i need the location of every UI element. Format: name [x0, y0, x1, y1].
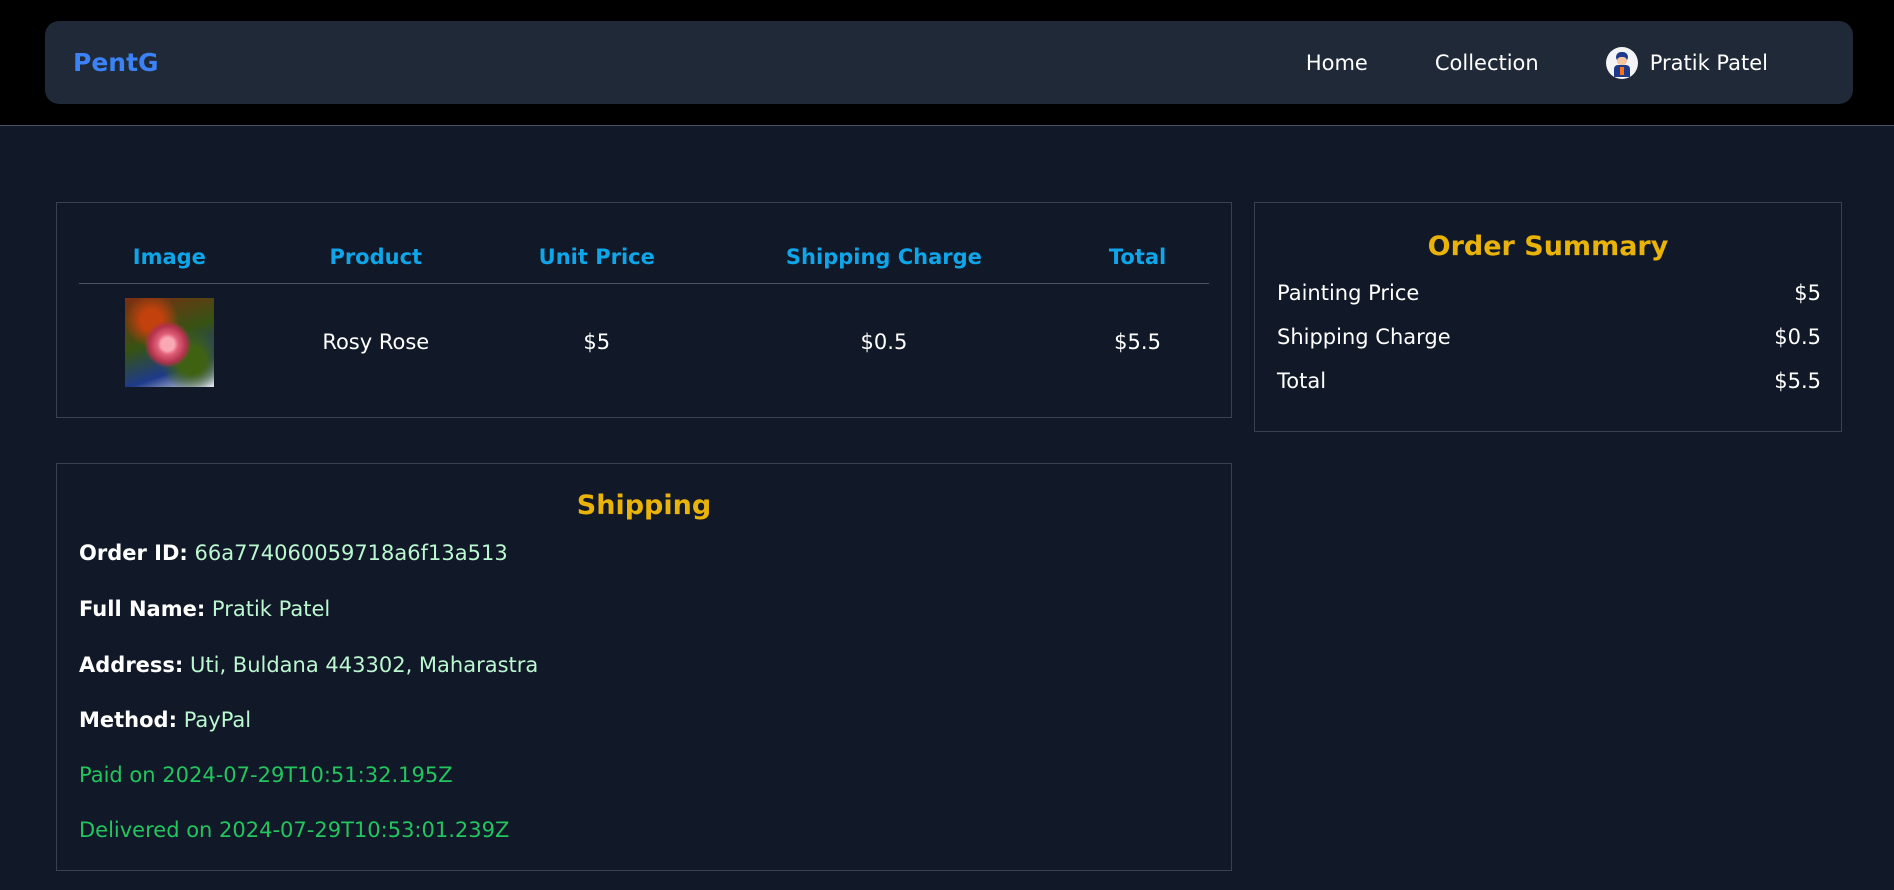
address-value: Uti, Buldana 443302, Maharastra	[190, 653, 539, 677]
order-id-value: 66a774060059718a6f13a513	[194, 541, 508, 565]
product-name[interactable]: Rosy Rose	[260, 284, 492, 401]
cart-items-panel: Image Product Unit Price Shipping Charge…	[56, 202, 1232, 418]
unit-price: $5	[583, 330, 611, 354]
top-bar: PentG Home Collection Pratik Patel	[0, 0, 1894, 126]
user-name: Pratik Patel	[1649, 50, 1768, 75]
nav-links: Home Collection Pratik Patel	[1239, 46, 1825, 79]
column-header-shipping-charge: Shipping Charge	[701, 231, 1067, 284]
rose-painting-thumbnail[interactable]	[124, 297, 214, 387]
nav-home-link[interactable]: Home	[1306, 51, 1368, 75]
address-line: Address: Uti, Buldana 443302, Maharastra	[79, 653, 538, 677]
column-header-product: Product	[259, 231, 492, 284]
summary-row-painting-price: Painting Price $5	[1277, 281, 1821, 305]
full-name-label: Full Name:	[79, 597, 206, 621]
cart-table: Image Product Unit Price Shipping Charge…	[79, 231, 1209, 400]
row-total: $5.5	[1114, 330, 1161, 354]
column-header-total: Total	[1066, 231, 1209, 284]
shipping-charge: $0.5	[860, 330, 908, 354]
method-value: PayPal	[183, 708, 252, 732]
table-row: Rosy Rose $5 $0.5 $5.5	[79, 284, 1209, 401]
address-label: Address:	[79, 653, 184, 677]
brand-logo-link[interactable]: PentG	[73, 48, 159, 77]
summary-row-total: Total $5.5	[1277, 369, 1821, 393]
shipping-panel: Shipping Order ID: 66a774060059718a6f13a…	[56, 463, 1232, 871]
summary-value: $0.5	[1774, 325, 1821, 349]
cart-table-header: Image Product Unit Price Shipping Charge…	[79, 231, 1209, 284]
product-image-cell	[79, 284, 260, 401]
user-avatar-icon	[1605, 46, 1638, 79]
summary-label: Total	[1277, 369, 1327, 393]
full-name-line: Full Name: Pratik Patel	[79, 597, 330, 621]
summary-value: $5.5	[1774, 369, 1821, 393]
method-line: Method: PayPal	[79, 708, 251, 732]
order-id-label: Order ID:	[79, 541, 188, 565]
column-header-unit-price: Unit Price	[491, 231, 702, 284]
nav-collection-link[interactable]: Collection	[1435, 51, 1539, 75]
paid-status: Paid on 2024-07-29T10:51:32.195Z	[79, 763, 453, 787]
order-summary-title: Order Summary	[1427, 231, 1669, 262]
summary-value: $5	[1794, 281, 1821, 305]
shipping-title: Shipping	[576, 490, 712, 521]
order-id-line: Order ID: 66a774060059718a6f13a513	[79, 541, 508, 565]
navbar: PentG Home Collection Pratik Patel	[45, 21, 1853, 104]
user-menu[interactable]: Pratik Patel	[1605, 46, 1768, 79]
delivered-status: Delivered on 2024-07-29T10:53:01.239Z	[79, 818, 510, 842]
summary-label: Shipping Charge	[1277, 325, 1451, 349]
full-name-value: Pratik Patel	[211, 597, 331, 621]
method-label: Method:	[79, 708, 177, 732]
summary-label: Painting Price	[1277, 281, 1420, 305]
order-summary-panel: Order Summary Painting Price $5 Shipping…	[1254, 202, 1842, 432]
column-header-image: Image	[79, 231, 260, 284]
summary-row-shipping-charge: Shipping Charge $0.5	[1277, 325, 1821, 349]
